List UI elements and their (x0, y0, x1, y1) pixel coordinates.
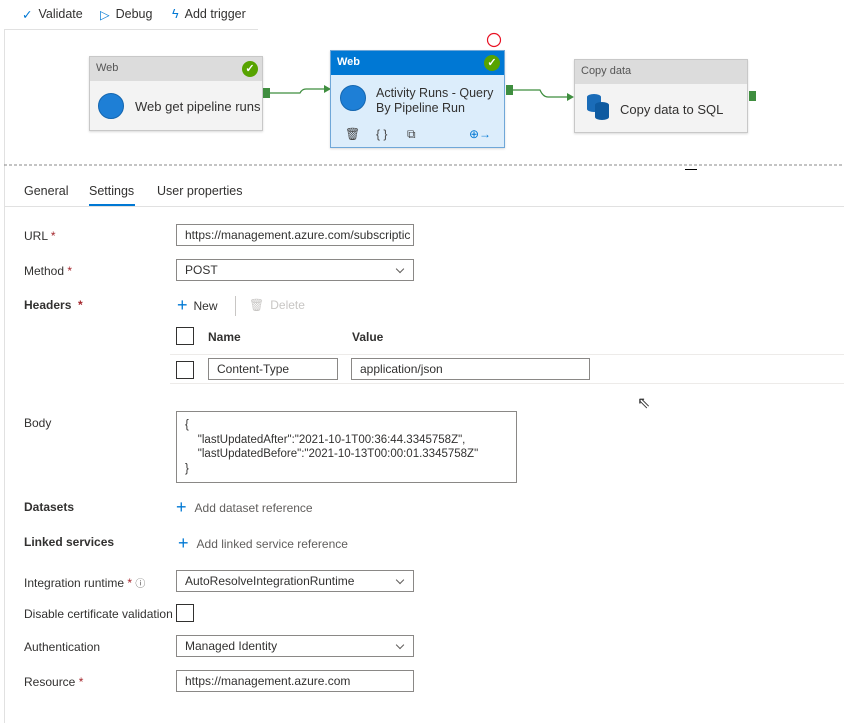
header-name-input[interactable]: Content-Type (208, 358, 338, 380)
tab-general[interactable]: General (24, 184, 68, 198)
datasets-label: Datasets (24, 500, 75, 514)
node-name: Web get pipeline runs (135, 99, 261, 114)
resource-label: Resource * (24, 675, 84, 689)
tab-settings[interactable]: Settings (89, 184, 134, 198)
resource-input[interactable]: https://management.azure.com (176, 670, 414, 692)
url-label: URL * (24, 229, 56, 243)
select-all-headers-checkbox[interactable] (176, 327, 194, 345)
output-port[interactable] (749, 91, 756, 101)
add-linked-service-reference-button[interactable]: + Add linked service reference (178, 533, 348, 554)
authentication-label: Authentication (24, 640, 101, 654)
info-icon: ⓘ (135, 579, 146, 590)
copy-icon[interactable]: ⧉ (407, 127, 416, 142)
integration-runtime-select[interactable]: AutoResolveIntegrationRuntime (176, 570, 414, 592)
globe-icon (98, 93, 124, 119)
success-check-icon: ✓ (242, 61, 258, 77)
node-name-line2: By Pipeline Run (376, 101, 465, 115)
row-divider (170, 383, 844, 384)
headers-label: Headers * (24, 298, 83, 312)
trash-icon: 🗑 (249, 298, 265, 312)
mouse-cursor-icon: ⇖ (637, 395, 651, 412)
error-circle-icon (486, 32, 502, 48)
node-type: Copy data (575, 60, 747, 84)
plus-icon: + (178, 533, 189, 553)
output-port[interactable] (263, 88, 270, 98)
database-icon (587, 94, 609, 120)
add-dataset-reference-button[interactable]: + Add dataset reference (176, 497, 313, 518)
method-select[interactable]: POST (176, 259, 414, 281)
node-type: Web (331, 51, 504, 75)
url-input[interactable]: https://management.azure.com/subscriptic (176, 224, 414, 246)
linked-services-label: Linked services (24, 535, 115, 549)
delete-icon[interactable]: 🗑 (345, 127, 360, 141)
disable-cert-validation-label: Disable certificate validation (24, 607, 173, 621)
node-type: Web (90, 57, 262, 81)
toolbar-separator (235, 296, 236, 316)
code-icon[interactable]: { } (376, 127, 387, 141)
row-divider (170, 354, 844, 355)
globe-icon (340, 85, 366, 111)
connector-2 (512, 89, 568, 98)
output-port[interactable] (506, 85, 513, 95)
column-header-value: Value (352, 330, 384, 344)
new-header-button[interactable]: + New (177, 295, 218, 316)
add-output-icon[interactable]: ⊕→ (469, 127, 491, 141)
delete-header-button[interactable]: 🗑 Delete (249, 298, 305, 312)
activity-node-copy-data[interactable]: Copy data Copy data to SQL (574, 59, 748, 133)
body-label: Body (24, 416, 52, 430)
tab-user-properties[interactable]: User properties (157, 184, 242, 198)
header-value-input[interactable]: application/json (351, 358, 590, 380)
success-check-icon: ✓ (484, 55, 500, 71)
column-header-name: Name (208, 330, 241, 344)
activity-node-activity-runs[interactable]: Web ✓ Activity Runs - Query By Pipeline … (330, 50, 505, 148)
body-textarea[interactable]: { "lastUpdatedAfter":"2021-10-1T00:36:44… (176, 411, 517, 483)
integration-runtime-label: Integration runtime * ⓘ (24, 576, 146, 590)
node-name: Copy data to SQL (620, 102, 724, 117)
arrow-2 (567, 93, 574, 101)
plus-icon: + (177, 295, 188, 315)
plus-icon: + (176, 497, 187, 517)
activity-node-web-get-pipeline-runs[interactable]: Web ✓ Web get pipeline runs (89, 56, 263, 131)
connector-1 (270, 88, 326, 94)
header-row-checkbox[interactable] (176, 361, 194, 379)
method-label: Method * (24, 264, 73, 278)
splitter-handle (685, 169, 697, 170)
tabs-divider (4, 206, 844, 207)
authentication-select[interactable]: Managed Identity (176, 635, 414, 657)
disable-cert-validation-checkbox[interactable] (176, 604, 194, 622)
node-name-line1: Activity Runs - Query (376, 86, 494, 100)
